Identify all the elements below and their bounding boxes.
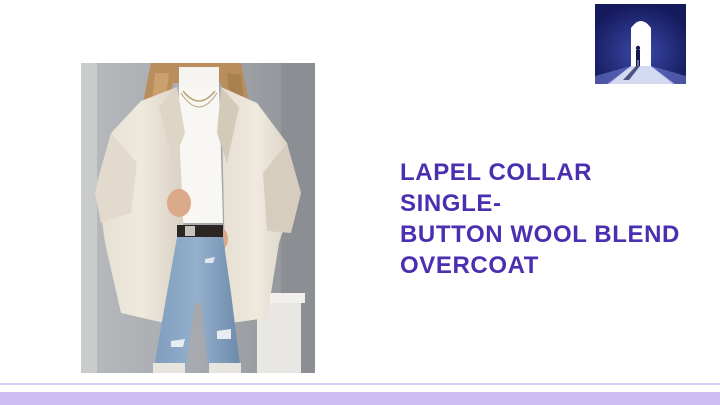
product-title-line: BUTTON WOOL BLEND <box>400 221 680 248</box>
footer-divider <box>0 383 720 385</box>
product-title: LAPEL COLLAR SINGLE- BUTTON WOOL BLEND O… <box>400 157 700 281</box>
footer-band <box>0 392 720 405</box>
product-image <box>81 63 315 373</box>
brand-logo <box>595 4 686 84</box>
product-title-line: LAPEL COLLAR SINGLE- <box>400 159 593 217</box>
slide: LAPEL COLLAR SINGLE- BUTTON WOOL BLEND O… <box>0 0 720 405</box>
product-title-line: OVERCOAT <box>400 252 540 279</box>
